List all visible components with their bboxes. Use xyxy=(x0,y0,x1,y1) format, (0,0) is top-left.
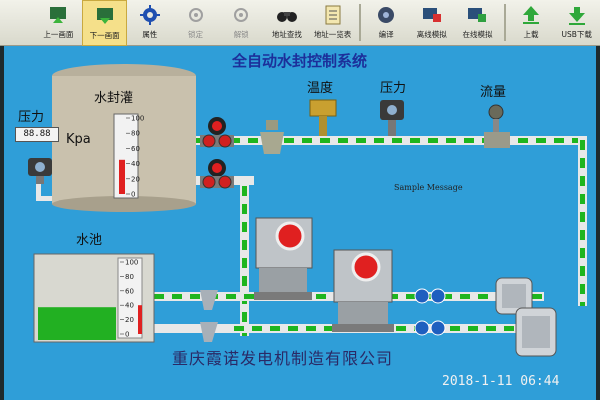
scale-tick-label: 20 xyxy=(131,175,140,183)
usb-download-label: USB下载 xyxy=(561,30,592,39)
tank-level-gauge xyxy=(113,113,139,199)
pressure-unit: Kpa xyxy=(66,132,91,147)
compile-icon xyxy=(378,7,395,23)
pressure-transmitter-left xyxy=(28,158,52,184)
prev-screen-icon xyxy=(50,7,67,23)
lock-icon xyxy=(188,8,203,22)
scale-tick-label: 0 xyxy=(131,191,135,199)
scale-tick-label: 80 xyxy=(125,273,134,281)
next-screen-label: 下一画面 xyxy=(89,31,120,40)
flow-meter xyxy=(484,104,510,148)
address-search-label: 地址查找 xyxy=(271,30,302,39)
pressure-readout: 88.88 xyxy=(15,127,59,142)
online-sim-icon xyxy=(468,8,487,22)
pressure-left-label: 压力 xyxy=(18,110,44,125)
temperature-label: 温度 xyxy=(307,80,333,96)
regulating-valve[interactable] xyxy=(260,120,284,154)
pump-2[interactable] xyxy=(332,249,394,332)
upload-label: 上载 xyxy=(523,30,539,39)
binoculars-icon xyxy=(276,12,297,22)
offline-sim-button[interactable]: 离线模拟 xyxy=(409,0,455,46)
upload-icon xyxy=(522,6,539,24)
unlock-button[interactable]: 解锁 xyxy=(219,0,265,46)
compile-label: 编译 xyxy=(378,30,394,39)
prev-screen-label: 上一画面 xyxy=(43,30,74,39)
properties-label: 属性 xyxy=(142,30,158,39)
next-screen-button[interactable]: 下一画面 xyxy=(81,0,128,46)
company-name: 重庆霞诺发电机制造有限公司 xyxy=(172,349,393,368)
toolbar-separator xyxy=(503,4,506,41)
pool-water xyxy=(38,307,116,340)
usb-download-button[interactable]: USB下载 xyxy=(554,0,600,46)
prev-screen-button[interactable]: 上一画面 xyxy=(36,0,82,46)
pump-1[interactable] xyxy=(254,217,313,300)
properties-button[interactable]: 属性 xyxy=(127,0,173,46)
pressure-transmitter-top xyxy=(380,100,404,136)
process-diagram: 全自动水封控制系统 水封灌 100806040200 Kpa 压力 温度 压力 … xyxy=(18,52,587,389)
address-search-button[interactable]: 地址查找 xyxy=(265,0,311,46)
scale-tick-label: 20 xyxy=(125,316,134,324)
address-list-label: 地址一览表 xyxy=(313,30,352,39)
scale-tick-label: 40 xyxy=(131,160,140,168)
filter-housing-2 xyxy=(515,307,557,357)
upload-button[interactable]: 上载 xyxy=(509,0,555,46)
pool-level-bar xyxy=(138,305,142,334)
tank-label: 水封灌 xyxy=(94,91,133,106)
tank-level-bar xyxy=(119,159,125,194)
temperature-sensor xyxy=(309,99,337,136)
address-list-button[interactable]: 地址一览表 xyxy=(310,0,356,46)
sample-message: Sample Message xyxy=(394,183,463,192)
unlock-label: 解锁 xyxy=(233,30,249,39)
scale-tick-label: 60 xyxy=(131,145,140,153)
lock-button[interactable]: 锁定 xyxy=(173,0,219,46)
scale-tick-label: 40 xyxy=(125,302,134,310)
offline-sim-icon xyxy=(422,8,441,22)
scale-tick-label: 100 xyxy=(125,259,138,267)
valve-top[interactable] xyxy=(200,117,234,148)
scale-tick-label: 0 xyxy=(125,331,129,339)
scale-tick-label: 60 xyxy=(125,287,134,295)
toolbar-separator xyxy=(358,4,361,41)
toolbar: 上一画面 下一画面 属性 锁定 解锁 地址查找 地址一览表 编译 离线模拟 在线… xyxy=(0,0,600,46)
compile-button[interactable]: 编译 xyxy=(364,0,410,46)
usb-download-icon xyxy=(568,7,585,25)
hmi-screen: 全自动水封控制系统 水封灌 100 80 60 40 20 0 Kpa 压力 温… xyxy=(4,46,596,400)
online-sim-label: 在线模拟 xyxy=(462,30,493,39)
flow-label: 流量 xyxy=(480,85,506,100)
scale-tick-label: 80 xyxy=(131,130,140,138)
address-list-icon xyxy=(325,5,341,25)
screen-title: 全自动水封控制系统 xyxy=(231,52,367,70)
gear-icon xyxy=(139,5,160,25)
next-screen-icon xyxy=(96,8,113,24)
offline-sim-label: 离线模拟 xyxy=(416,30,447,39)
valve-bottom[interactable] xyxy=(200,159,234,189)
water-pool: 100 80 60 40 20 0 xyxy=(33,253,155,343)
pressure-top-label: 压力 xyxy=(380,81,406,96)
lock-label: 锁定 xyxy=(188,30,203,39)
scale-tick-label: 100 xyxy=(131,115,144,123)
photo-timestamp: 2018-1-11 06:44 xyxy=(442,374,560,389)
online-sim-button[interactable]: 在线模拟 xyxy=(455,0,501,46)
unlock-icon xyxy=(234,8,249,22)
pool-label: 水池 xyxy=(76,233,102,248)
